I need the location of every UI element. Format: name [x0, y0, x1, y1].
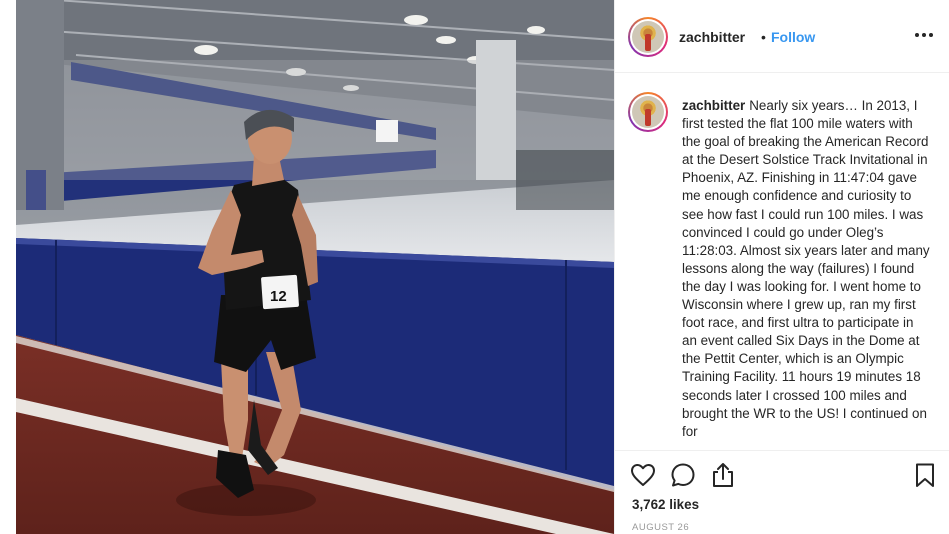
separator-dot: • — [761, 29, 766, 45]
left-gutter — [0, 0, 16, 534]
actions-bar: 3,762 likes AUGUST 26 — [615, 450, 949, 534]
follow-button[interactable]: Follow — [771, 29, 815, 45]
caption-username[interactable]: zachbitter — [682, 98, 745, 113]
runner-photo-illustration: 12 — [16, 0, 614, 534]
avatar[interactable] — [628, 17, 668, 57]
bookmark-icon[interactable] — [911, 461, 939, 489]
more-options-icon[interactable] — [915, 22, 935, 46]
post-caption: zachbitter Nearly six years… In 2013, I f… — [682, 97, 932, 441]
likes-count[interactable]: 3,762 likes — [632, 497, 699, 512]
post-side-panel: zachbitter • Follow zachbitter Nearly six… — [614, 0, 949, 534]
post-date[interactable]: AUGUST 26 — [632, 522, 689, 533]
comment-icon[interactable] — [669, 461, 697, 489]
heart-icon[interactable] — [629, 461, 657, 489]
caption-text: Nearly six years… In 2013, I first teste… — [682, 98, 930, 439]
caption-avatar[interactable] — [628, 92, 668, 132]
caption-avatar-image — [632, 96, 664, 128]
post-header: zachbitter • Follow — [615, 0, 949, 73]
header-username[interactable]: zachbitter — [679, 29, 745, 45]
share-icon[interactable] — [709, 461, 737, 489]
post-photo[interactable]: 12 — [16, 0, 614, 534]
avatar-image — [632, 21, 664, 53]
comments-area[interactable]: zachbitter Nearly six years… In 2013, I f… — [615, 73, 949, 450]
bib-number: 12 — [270, 288, 287, 305]
